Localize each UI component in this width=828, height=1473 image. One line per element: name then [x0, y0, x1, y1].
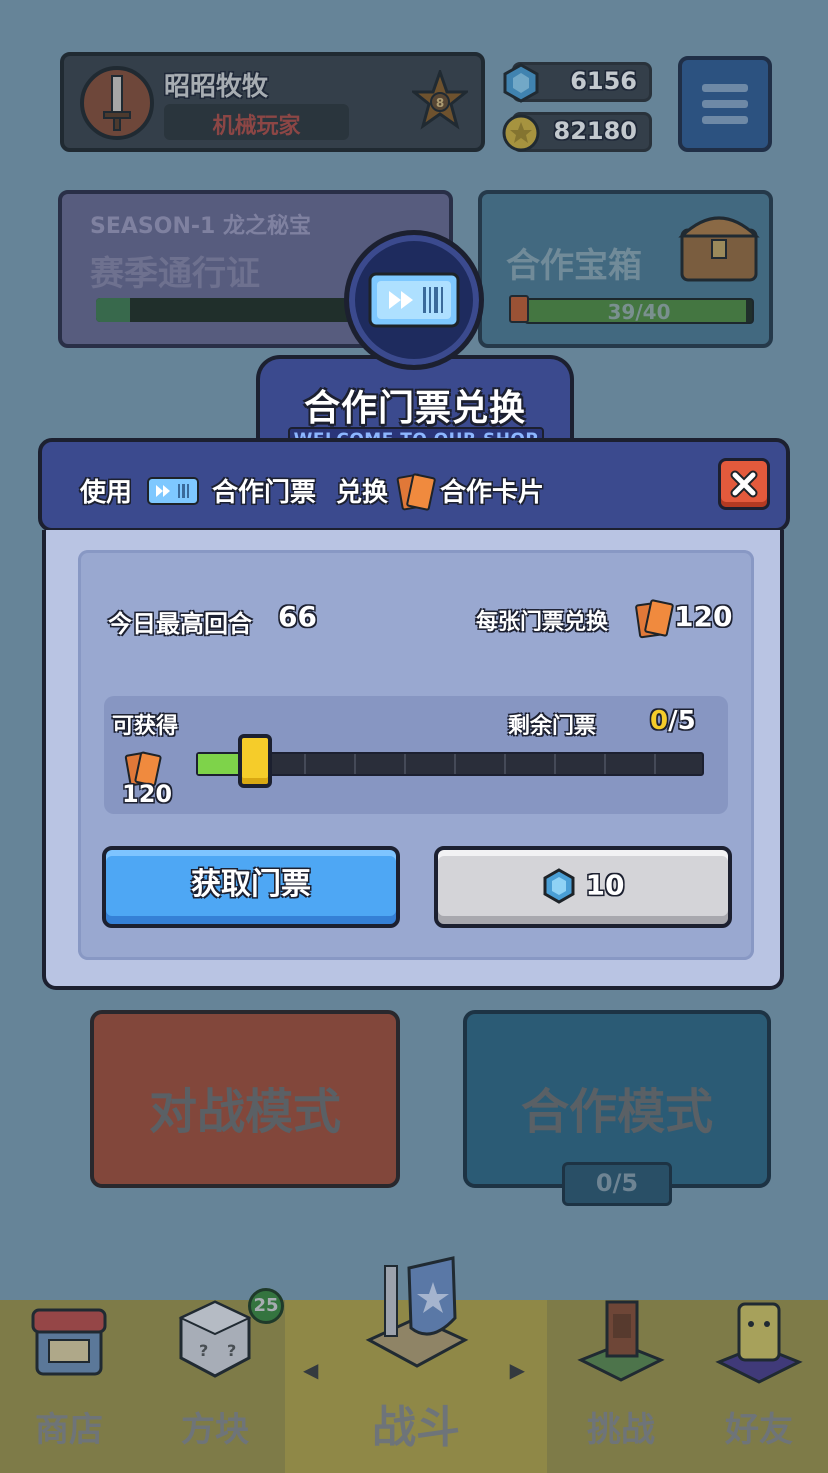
exchange-label: 兑换 [336, 478, 389, 508]
obtainable-value: 120 [122, 780, 173, 808]
remaining-current: 0 [650, 706, 669, 736]
ticket-slider-track[interactable] [196, 752, 704, 776]
use-label: 使用 [80, 478, 133, 508]
obtainable-label: 可获得 [112, 714, 179, 739]
remaining-count: 0/5 [650, 706, 696, 736]
ticket-label: 合作门票 [212, 478, 317, 508]
ticket-slider-panel: 可获得 120 剩余门票 0/5 [104, 696, 728, 814]
ticket-icon [368, 272, 460, 328]
buy-ticket-button[interactable]: 10 [434, 846, 732, 928]
ticket-slider-handle[interactable] [238, 734, 272, 788]
remaining-total: /5 [668, 706, 696, 736]
get-ticket-label: 获取门票 [191, 867, 311, 902]
get-ticket-button[interactable]: 获取门票 [102, 846, 400, 928]
gem-icon [543, 867, 575, 904]
card-icon [396, 473, 436, 511]
close-icon [730, 470, 758, 498]
per-ticket-label: 每张门票兑换 [476, 610, 609, 635]
modal-header: 使用 合作门票 兑换 合作卡片 [38, 438, 790, 532]
remaining-label: 剩余门票 [508, 714, 597, 739]
max-round-label: 今日最高回合 [108, 610, 252, 638]
modal-title: 合作门票兑换 [303, 388, 526, 429]
per-ticket-value: 120 [674, 600, 733, 633]
buy-price: 10 [585, 868, 625, 902]
ticket-emblem [344, 230, 484, 370]
max-round-value: 66 [278, 600, 317, 633]
card-icon [635, 599, 674, 639]
ticket-small-icon [147, 477, 199, 505]
card-label: 合作卡片 [440, 478, 545, 508]
modal-body: 今日最高回合 66 每张门票兑换 120 可获得 120 剩余门票 0/5 获取… [42, 530, 784, 990]
close-button[interactable] [718, 458, 770, 510]
exchange-panel: 今日最高回合 66 每张门票兑换 120 可获得 120 剩余门票 0/5 获取… [78, 550, 754, 960]
